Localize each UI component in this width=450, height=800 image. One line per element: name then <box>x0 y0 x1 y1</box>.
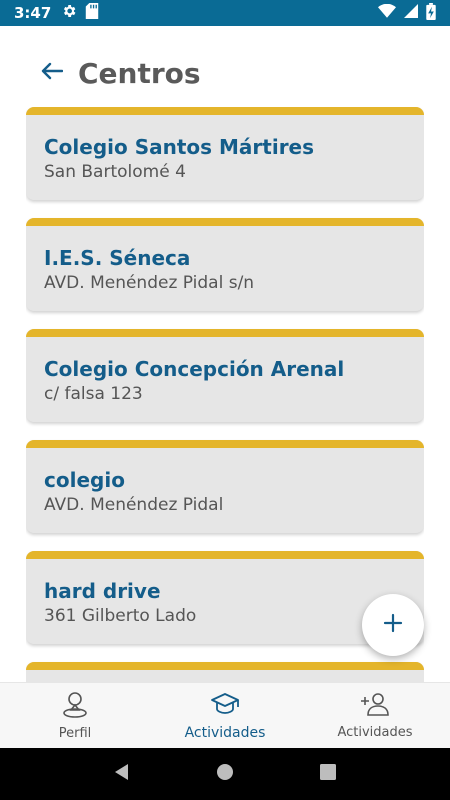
nav-item-add-person[interactable]: Actividades <box>300 683 450 748</box>
square-recents-icon <box>320 764 337 784</box>
nav-item-perfil[interactable]: Perfil <box>0 683 150 748</box>
sd-card-icon <box>85 3 99 23</box>
battery-icon <box>426 2 436 24</box>
center-card[interactable]: I.E.S. Séneca AVD. Menéndez Pidal s/n <box>26 218 424 311</box>
bottom-nav: Perfil Actividades Actividades <box>0 682 450 748</box>
triangle-back-icon <box>113 763 131 785</box>
system-back-button[interactable] <box>102 754 142 794</box>
system-home-button[interactable] <box>205 754 245 794</box>
center-address: 361 Gilberto Lado <box>44 606 197 626</box>
graduation-cap-icon <box>210 691 240 721</box>
center-address: AVD. Menéndez Pidal <box>44 495 224 515</box>
center-address: c/ falsa 123 <box>44 384 143 404</box>
center-address: San Bartolomé 4 <box>44 162 186 182</box>
center-name: hard drive <box>44 579 161 603</box>
add-person-icon <box>360 691 390 721</box>
center-name: colegio <box>44 468 125 492</box>
center-card[interactable]: colegio AVD. Menéndez Pidal <box>26 440 424 533</box>
app-header: Centros <box>0 52 450 94</box>
center-name: Colegio Santos Mártires <box>44 135 315 159</box>
page-title: Centros <box>78 56 201 90</box>
arrow-back-icon <box>41 62 64 84</box>
signal-icon <box>404 4 418 22</box>
plus-icon <box>383 613 403 637</box>
nav-label: Actividades <box>184 724 266 741</box>
nav-label: Perfil <box>58 726 92 741</box>
add-center-button[interactable] <box>362 594 424 656</box>
centers-list[interactable]: Colegio Santos Mártires San Bartolomé 4 … <box>26 107 424 682</box>
nav-item-actividades[interactable]: Actividades <box>150 683 300 748</box>
system-recents-button[interactable] <box>308 754 348 794</box>
center-name: Colegio Concepción Arenal <box>44 357 345 381</box>
center-name: I.E.S. Séneca <box>44 246 191 270</box>
back-button[interactable] <box>30 53 74 93</box>
person-pin-icon <box>62 690 88 722</box>
system-nav-bar <box>0 748 450 800</box>
status-time: 3:47 <box>14 4 52 22</box>
wifi-icon <box>378 3 396 22</box>
settings-gear-icon <box>61 3 77 23</box>
circle-home-icon <box>216 763 234 785</box>
nav-label: Actividades <box>337 725 413 740</box>
center-card[interactable]: Colegio Santos Mártires San Bartolomé 4 <box>26 107 424 200</box>
center-card[interactable]: Colegio Concepción Arenal c/ falsa 123 <box>26 329 424 422</box>
center-address: AVD. Menéndez Pidal s/n <box>44 273 255 293</box>
status-bar: 3:47 <box>0 0 450 26</box>
center-card[interactable] <box>26 662 424 682</box>
